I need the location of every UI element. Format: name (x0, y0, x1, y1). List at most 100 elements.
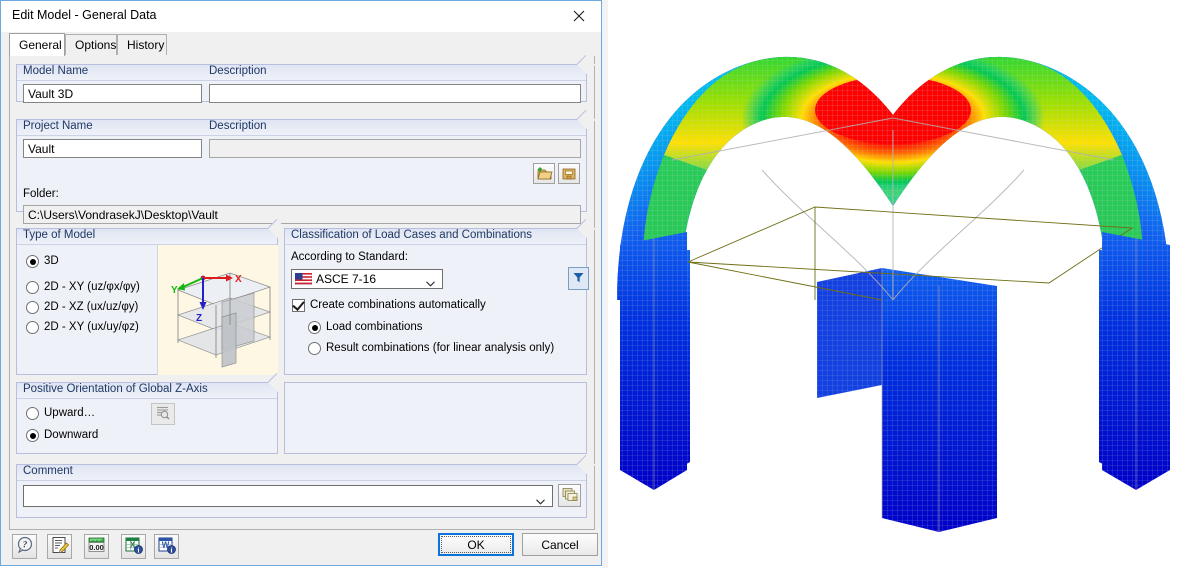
standard-filter-button[interactable] (568, 267, 589, 290)
svg-text:i: i (171, 546, 173, 554)
edit-note-icon (51, 536, 69, 557)
z-axis-preview-button (151, 403, 175, 425)
folder-path-input[interactable] (23, 205, 581, 224)
radio-model-3d-label[interactable]: 3D (44, 255, 59, 267)
z-axis-title: Positive Orientation of Global Z-Axis (23, 383, 208, 395)
standard-label: According to Standard: (291, 251, 408, 263)
comment-group: Comment (16, 454, 596, 518)
radio-model-2d-xy-ux-label-text: 2D - XY (ux/uy/φz) (44, 321, 139, 333)
radio-model-2d-xy-ux-label[interactable]: 2D - XY (ux/uy/φz) (44, 321, 139, 333)
classification-title: Classification of Load Cases and Combina… (291, 229, 532, 241)
type-of-model-title-text: Type of Model (23, 229, 96, 241)
model-name-input[interactable] (23, 84, 202, 103)
model-name-label-text: Model Name (23, 65, 89, 77)
tab-general[interactable]: General (9, 33, 65, 56)
radio-z-upward-label[interactable]: Upward… (44, 407, 95, 419)
comment-library-icon (562, 487, 578, 505)
dialog-tabs: General Options History (9, 33, 595, 56)
radio-z-downward-label-text: Downward (44, 429, 99, 441)
dialog-command-bar: ? 0.00 X i W i OK Cancel (9, 531, 598, 565)
chevron-down-icon (426, 276, 435, 287)
project-description-input[interactable] (209, 139, 581, 158)
export-excel-icon: X i (124, 536, 143, 557)
radio-z-downward-label[interactable]: Downward (44, 429, 98, 441)
auto-combinations-label-text: Create combinations automatically (310, 299, 486, 311)
standard-select-value: ASCE 7-16 (316, 272, 377, 286)
export-word-button[interactable]: W i (154, 534, 179, 559)
svg-text:?: ? (22, 540, 27, 550)
radio-load-combinations-label[interactable]: Load combinations (326, 321, 423, 333)
browse-folder-button[interactable] (558, 163, 580, 184)
export-excel-button[interactable]: X i (121, 534, 146, 559)
tab-panel-general: Model Name Description Project Name Desc… (9, 54, 596, 530)
svg-text:Y: Y (171, 285, 178, 296)
project-description-label: Description (209, 120, 267, 132)
model-name-label: Model Name (23, 65, 88, 77)
type-of-model-group: Type of Model 3D 2D - XY (uz/φx/φy) 2D -… (16, 218, 287, 375)
standard-label-text: According to Standard: (291, 251, 408, 263)
project-group-header (17, 120, 586, 136)
radio-model-2d-xz-label[interactable]: 2D - XZ (ux/uz/φy) (44, 301, 138, 313)
tab-general-label: General (19, 38, 62, 52)
auto-combinations-label[interactable]: Create combinations automatically (310, 299, 486, 311)
z-axis-title-text: Positive Orientation of Global Z-Axis (23, 383, 208, 395)
project-description-label-text: Description (209, 120, 267, 132)
units-button[interactable]: 0.00 (84, 534, 109, 559)
export-word-icon: W i (157, 536, 176, 557)
new-folder-button[interactable] (533, 163, 555, 184)
chevron-down-icon[interactable] (536, 494, 545, 505)
model-description-label: Description (209, 65, 267, 77)
preview-list-icon (155, 405, 171, 423)
tab-options[interactable]: Options (65, 34, 117, 55)
filter-funnel-icon (572, 271, 585, 287)
radio-z-downward[interactable] (26, 429, 39, 442)
vault-model-svg (602, 0, 1170, 568)
radio-model-2d-xy-uz[interactable] (26, 281, 39, 294)
radio-z-upward-label-text: Upward… (44, 407, 96, 419)
project-name-label-text: Project Name (23, 120, 93, 132)
ok-button[interactable]: OK (438, 533, 514, 556)
model-type-thumbnail: X Y Z (157, 245, 278, 375)
cancel-button-label: Cancel (541, 537, 579, 552)
radio-load-combinations[interactable] (308, 321, 321, 334)
radio-model-2d-xy-ux[interactable] (26, 321, 39, 334)
radio-z-upward[interactable] (26, 407, 39, 420)
type-of-model-title: Type of Model (23, 229, 95, 241)
comment-input[interactable] (24, 486, 530, 506)
us-flag-icon (294, 272, 313, 288)
project-group: Project Name Description Vault Folder: C… (16, 109, 596, 224)
folder-label-text: Folder: (23, 188, 59, 200)
model-description-input[interactable] (209, 84, 581, 103)
tab-history-label: History (127, 38, 165, 52)
fea-result-viewport[interactable] (602, 0, 1185, 568)
classification-title-text: Classification of Load Cases and Combina… (291, 229, 532, 241)
project-name-label: Project Name (23, 120, 93, 132)
close-icon[interactable] (556, 1, 601, 30)
comment-library-button[interactable] (558, 484, 581, 507)
auto-combinations-checkbox[interactable] (292, 299, 305, 312)
help-button[interactable]: ? (12, 534, 37, 559)
radio-model-3d-label-text: 3D (44, 255, 59, 267)
model-name-group: Model Name Description (16, 54, 596, 103)
edit-note-button[interactable] (47, 534, 72, 559)
radio-model-2d-xy-uz-label[interactable]: 2D - XY (uz/φx/φy) (44, 281, 140, 293)
model-description-label-text: Description (209, 65, 267, 77)
radio-model-3d[interactable] (26, 255, 39, 268)
vault-groin-ridges (671, 117, 1115, 301)
radio-load-combinations-label-text: Load combinations (326, 321, 423, 333)
svg-text:X: X (235, 274, 242, 285)
radio-result-combinations[interactable] (308, 342, 321, 355)
tab-options-label: Options (75, 38, 117, 52)
radio-result-combinations-label[interactable]: Result combinations (for linear analysis… (326, 342, 554, 354)
model-name-group-header (17, 65, 586, 81)
folder-label: Folder: (23, 188, 59, 200)
standard-select[interactable]: ASCE 7-16 (291, 269, 443, 289)
cancel-button[interactable]: Cancel (522, 533, 598, 556)
comment-combo[interactable] (23, 485, 553, 507)
project-name-input[interactable] (23, 139, 202, 158)
svg-text:i: i (138, 546, 140, 554)
tab-history[interactable]: History (117, 34, 167, 55)
svg-text:0.00: 0.00 (89, 543, 104, 552)
radio-model-2d-xz[interactable] (26, 301, 39, 314)
ok-button-label: OK (441, 536, 511, 553)
